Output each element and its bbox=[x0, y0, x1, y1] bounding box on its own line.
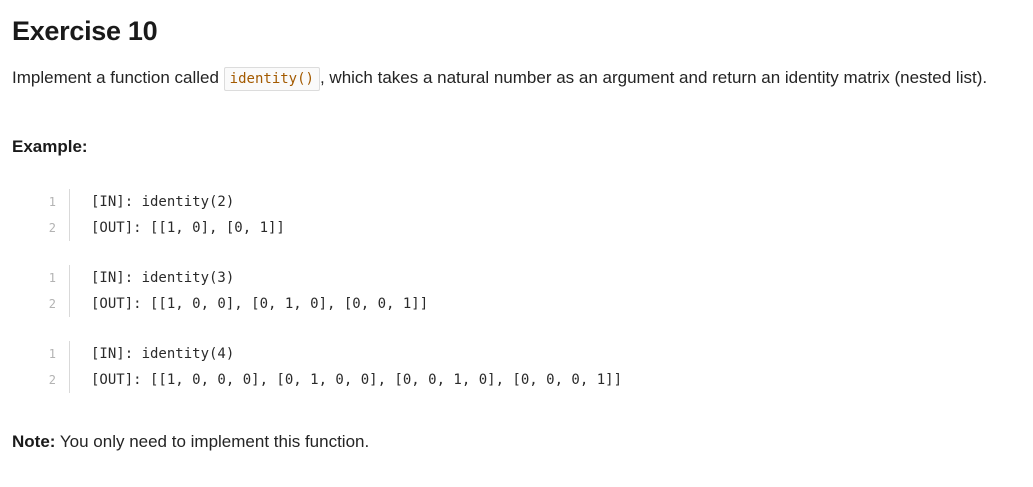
note-paragraph: Note: You only need to implement this fu… bbox=[12, 430, 1021, 454]
code-line-text: [OUT]: [[1, 0, 0, 0], [0, 1, 0, 0], [0, … bbox=[91, 372, 623, 388]
code-line: 1 [IN]: identity(4) bbox=[12, 341, 1021, 367]
line-number: 1 bbox=[12, 189, 70, 215]
example-heading: Example: bbox=[12, 137, 88, 156]
exercise-description: Implement a function called identity(), … bbox=[12, 65, 1021, 91]
note-text: You only need to implement this function… bbox=[55, 432, 370, 451]
code-line-text: [IN]: identity(2) bbox=[91, 194, 235, 210]
line-number: 2 bbox=[12, 215, 70, 241]
code-block-example-1: 1 [IN]: identity(2) 2 [OUT]: [[1, 0], [0… bbox=[12, 189, 1021, 241]
exercise-page: Exercise 10 Implement a function called … bbox=[0, 0, 1033, 487]
code-line: 2 [OUT]: [[1, 0, 0, 0], [0, 1, 0, 0], [0… bbox=[12, 367, 1021, 393]
description-text-after: , which takes a natural number as an arg… bbox=[319, 68, 988, 87]
line-number: 2 bbox=[12, 367, 70, 393]
note-label: Note: bbox=[12, 432, 56, 451]
code-line-text: [OUT]: [[1, 0, 0], [0, 1, 0], [0, 0, 1]] bbox=[91, 296, 429, 312]
code-line-text: [OUT]: [[1, 0], [0, 1]] bbox=[91, 220, 285, 236]
line-number: 2 bbox=[12, 291, 70, 317]
code-line: 1 [IN]: identity(2) bbox=[12, 189, 1021, 215]
code-line-text: [IN]: identity(3) bbox=[91, 270, 235, 286]
code-line: 1 [IN]: identity(3) bbox=[12, 265, 1021, 291]
code-line: 2 [OUT]: [[1, 0], [0, 1]] bbox=[12, 215, 1021, 241]
line-number: 1 bbox=[12, 341, 70, 367]
code-block-example-2: 1 [IN]: identity(3) 2 [OUT]: [[1, 0, 0],… bbox=[12, 265, 1021, 317]
function-name-code: identity() bbox=[223, 67, 320, 91]
page-title: Exercise 10 bbox=[12, 16, 158, 46]
description-text-before: Implement a function called bbox=[12, 68, 224, 87]
line-number: 1 bbox=[12, 265, 70, 291]
code-block-example-3: 1 [IN]: identity(4) 2 [OUT]: [[1, 0, 0, … bbox=[12, 341, 1021, 393]
code-line: 2 [OUT]: [[1, 0, 0], [0, 1, 0], [0, 0, 1… bbox=[12, 291, 1021, 317]
code-line-text: [IN]: identity(4) bbox=[91, 346, 235, 362]
